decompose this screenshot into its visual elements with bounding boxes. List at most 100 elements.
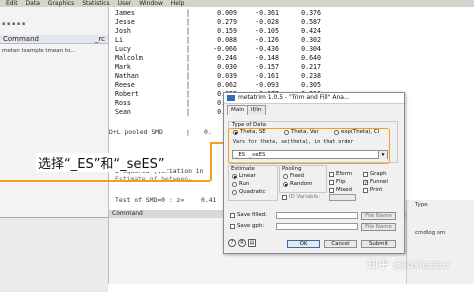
- history-panel-title: Command _rc: [0, 35, 108, 44]
- id-variable-label: ID Variable:: [289, 194, 321, 200]
- ci-upper: 0.217: [301, 63, 321, 71]
- help-icon[interactable]: ?: [228, 239, 236, 247]
- column-separator: |: [186, 72, 190, 80]
- dialog-title: metatrim 1.0.5 - "Trim and Fill" Ana...: [238, 94, 350, 101]
- menu-help[interactable]: Help: [171, 0, 185, 7]
- column-separator: |: [186, 27, 190, 35]
- radio-random[interactable]: [283, 182, 288, 187]
- study-name: Malcolm: [115, 54, 143, 62]
- column-separator: |: [186, 81, 190, 89]
- menu-user[interactable]: User: [118, 0, 132, 7]
- ci-lower: -0.126: [255, 36, 279, 44]
- print-label: Print: [370, 187, 383, 193]
- highlight-box: [228, 128, 390, 164]
- variables-panel: [0, 217, 108, 292]
- ci-lower: -0.161: [255, 72, 279, 80]
- menu-data[interactable]: Data: [26, 0, 40, 7]
- radio-run[interactable]: [232, 182, 237, 187]
- save-filled-checkbox[interactable]: [230, 213, 235, 218]
- ci-upper: 0.238: [301, 72, 321, 80]
- history-panel: ▪ ▪ ▪ ▪ ▪ Command _rc metan tsample tmea…: [0, 7, 109, 292]
- column-separator: |: [186, 108, 190, 116]
- id-variable-checkbox[interactable]: [282, 195, 287, 200]
- file-name-button-2[interactable]: File Name: [361, 223, 396, 231]
- cancel-button[interactable]: Cancel: [324, 240, 357, 248]
- effect-size: 0.039: [217, 72, 237, 80]
- tab-main[interactable]: Main: [227, 105, 249, 115]
- menu-window[interactable]: Window: [139, 0, 163, 7]
- radio-fixed[interactable]: [283, 174, 288, 179]
- effect-size: 0.279: [217, 18, 237, 26]
- flip-checkbox[interactable]: [329, 180, 334, 185]
- study-name: Ross: [115, 99, 131, 107]
- id-variable-field[interactable]: [329, 194, 356, 201]
- study-name: Jesse: [115, 18, 135, 26]
- mixed-label: Mixed: [336, 187, 352, 193]
- menu-statistics[interactable]: Statistics: [82, 0, 109, 7]
- study-name: James: [115, 9, 135, 17]
- eform-checkbox[interactable]: [329, 172, 334, 177]
- menu-graphics[interactable]: Graphics: [48, 0, 75, 7]
- copy-icon[interactable]: ▤: [248, 239, 256, 247]
- file-name-button-1[interactable]: File Name: [361, 212, 396, 220]
- pooled-sep: |: [186, 128, 190, 136]
- funnel-checkbox[interactable]: ✓: [363, 180, 368, 186]
- column-separator: |: [186, 36, 190, 44]
- radio-linear[interactable]: [232, 174, 237, 179]
- pooling-label: Pooling: [282, 166, 302, 172]
- column-separator: |: [186, 18, 190, 26]
- pooled-label: D+L pooled SMD: [109, 128, 163, 136]
- save-gph-label: Save gph:: [237, 223, 265, 229]
- radio-fixed-label: Fixed: [290, 173, 304, 179]
- history-item[interactable]: metan tsample tmean to...: [2, 48, 76, 54]
- column-separator: |: [186, 63, 190, 71]
- ci-lower: -0.093: [255, 81, 279, 89]
- save-gph-checkbox[interactable]: [230, 224, 235, 229]
- effect-size: 0.246: [217, 54, 237, 62]
- study-name: Josh: [115, 27, 131, 35]
- effect-size: -0.066: [213, 45, 237, 53]
- eform-label: Eform: [336, 171, 352, 177]
- ci-lower: -0.105: [255, 27, 279, 35]
- properties-type: Type: [415, 202, 428, 208]
- submit-button[interactable]: Submit: [361, 240, 396, 248]
- study-name: Robert: [115, 90, 139, 98]
- study-name: Nathan: [115, 72, 139, 80]
- menu-edit[interactable]: Edit: [6, 0, 18, 7]
- flip-label: Flip: [336, 179, 346, 185]
- reset-icon[interactable]: R: [238, 239, 246, 247]
- test-label: Test of SMD=0 : z=: [115, 196, 185, 204]
- ci-upper: 0.424: [301, 27, 321, 35]
- save-gph-field[interactable]: [276, 223, 358, 230]
- study-name: Sean: [115, 108, 131, 116]
- save-filled-field[interactable]: [276, 212, 358, 219]
- print-checkbox[interactable]: [363, 188, 368, 193]
- toolbar-icons: ▪ ▪ ▪ ▪ ▪: [2, 21, 26, 27]
- column-separator: |: [186, 9, 190, 17]
- pooled-value: 0.: [204, 128, 212, 136]
- between-variance-line: Estimate of between-: [115, 175, 192, 183]
- history-shortcut: _rc: [94, 35, 105, 43]
- properties-cmdlog: cmdlog sm: [415, 230, 446, 236]
- radio-quadratic-label: Quadratic: [239, 189, 266, 195]
- radio-quadratic[interactable]: [232, 190, 237, 195]
- study-name: Li: [115, 36, 123, 44]
- radio-linear-label: Linear: [239, 173, 256, 179]
- annotation-line-vertical: [210, 142, 212, 181]
- effect-size: 0.009: [217, 9, 237, 17]
- radio-random-label: Random: [290, 181, 313, 187]
- ci-upper: 0.304: [301, 45, 321, 53]
- column-separator: |: [186, 99, 190, 107]
- dialog-titlebar[interactable]: metatrim 1.0.5 - "Trim and Fill" Ana...: [224, 93, 404, 104]
- menu-bar: Edit Data Graphics Statistics User Windo…: [0, 0, 474, 7]
- study-name: Reese: [115, 81, 135, 89]
- graph-checkbox[interactable]: [363, 172, 368, 177]
- estimate-label: Estimate: [231, 166, 255, 172]
- save-filled-label: Save filled:: [237, 212, 267, 218]
- column-separator: |: [186, 90, 190, 98]
- column-separator: |: [186, 45, 190, 53]
- mixed-checkbox[interactable]: [329, 188, 334, 193]
- ok-button[interactable]: OK: [287, 240, 320, 248]
- ci-lower: -0.436: [255, 45, 279, 53]
- tab-if-in[interactable]: if/in: [247, 105, 266, 115]
